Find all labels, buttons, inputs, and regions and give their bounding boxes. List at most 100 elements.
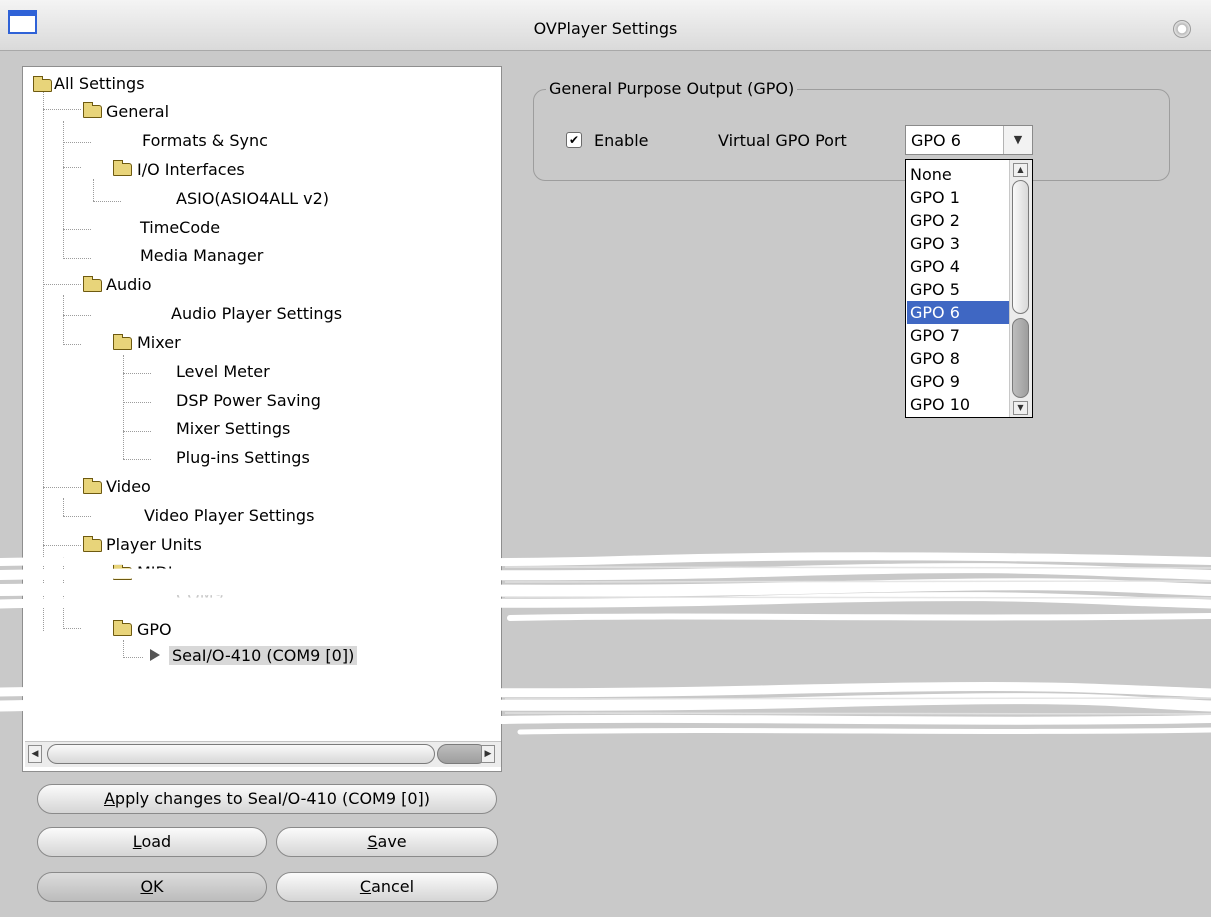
tree-connector [63, 142, 91, 143]
scroll-left-icon[interactable]: ◀ [28, 745, 42, 763]
option-gpo-7[interactable]: GPO 7 [907, 324, 1010, 347]
scroll-down-icon[interactable]: ▼ [1013, 401, 1028, 415]
apply-accelerator: A [103, 789, 115, 808]
gpo-group-title: General Purpose Output (GPO) [546, 79, 798, 98]
cancel-button[interactable]: Cancel [276, 872, 498, 902]
tree-connector [93, 179, 94, 201]
option-gpo-1[interactable]: GPO 1 [907, 186, 1010, 209]
save-accelerator: S [367, 832, 378, 851]
horizontal-scroll-track[interactable] [437, 744, 487, 764]
enable-checkbox[interactable]: ✔ [566, 132, 582, 148]
save-button[interactable]: Save [276, 827, 498, 857]
tree-item-dsp-power-saving[interactable]: DSP Power Saving [176, 389, 321, 413]
tree-connector [63, 258, 91, 259]
tree-item-general[interactable]: General [106, 100, 169, 124]
tree-connector [123, 459, 151, 460]
vertical-scroll-track[interactable] [1012, 318, 1029, 398]
tree-connector [123, 355, 124, 459]
option-none[interactable]: None [907, 163, 1010, 186]
apply-changes-button[interactable]: Apply changes to SeaI/O-410 (COM9 [0]) [37, 784, 497, 814]
tree-connector [63, 628, 81, 629]
virtual-gpo-port-label: Virtual GPO Port [718, 131, 847, 150]
tree-item-formats-sync[interactable]: Formats & Sync [142, 129, 268, 153]
tree-item-com9[interactable]: COM9 [176, 583, 224, 607]
arrow-right-icon [150, 649, 160, 661]
tree-item-audio[interactable]: Audio [106, 273, 151, 297]
ok-accelerator: O [140, 877, 154, 896]
tree-connector [123, 431, 151, 432]
folder-icon [113, 620, 132, 636]
tree-item-plugins-settings[interactable]: Plug-ins Settings [176, 446, 310, 470]
tree-item-timecode[interactable]: TimeCode [140, 216, 220, 240]
tree-connector [63, 167, 81, 168]
close-icon[interactable] [1173, 20, 1191, 38]
tree-item-mixer-settings[interactable]: Mixer Settings [176, 417, 290, 441]
tree-item-mixer[interactable]: Mixer [137, 331, 181, 355]
apply-label: pply changes to SeaI/O-410 (COM9 [0]) [114, 789, 431, 808]
tree-item-video-player-settings[interactable]: Video Player Settings [144, 504, 314, 528]
option-gpo-3[interactable]: GPO 3 [907, 232, 1010, 255]
load-label: oad [141, 832, 172, 851]
scroll-up-icon[interactable]: ▲ [1013, 163, 1028, 177]
tree-connector [123, 402, 151, 403]
tree-connector [43, 284, 81, 285]
tree-connector [63, 516, 91, 517]
ok-label: K [153, 877, 164, 896]
folder-icon [33, 76, 52, 92]
tree-connector [43, 545, 81, 546]
horizontal-scroll-thumb[interactable] [47, 744, 435, 764]
load-button[interactable]: Load [37, 827, 267, 857]
cancel-accelerator: C [359, 877, 372, 896]
tree-connector [43, 109, 81, 110]
title-bar: OVPlayer Settings [0, 0, 1211, 51]
window-title: OVPlayer Settings [533, 19, 678, 38]
cancel-label: ancel [371, 877, 415, 896]
tree-item-gpo[interactable]: GPO [137, 618, 172, 642]
save-label: ave [377, 832, 407, 851]
tree-connector [63, 295, 64, 345]
folder-icon [113, 564, 132, 580]
folder-icon [83, 478, 102, 494]
tree-item-player-units[interactable]: Player Units [106, 533, 202, 557]
vertical-scroll-thumb[interactable] [1012, 180, 1029, 314]
settings-tree: All Settings General Formats & Sync I/O … [22, 66, 502, 772]
tree-item-level-meter[interactable]: Level Meter [176, 360, 270, 384]
selected-port-value: GPO 6 [911, 131, 961, 150]
tree-item-io-interfaces[interactable]: I/O Interfaces [137, 158, 245, 182]
folder-icon [113, 334, 132, 350]
tree-item-midi[interactable]: MIDI [137, 561, 173, 585]
tree-item-asio[interactable]: ASIO(ASIO4ALL v2) [176, 187, 329, 211]
ok-button[interactable]: OK [37, 872, 267, 902]
option-gpo-2[interactable]: GPO 2 [907, 209, 1010, 232]
tree-connector [43, 487, 81, 488]
tree-connector [123, 640, 124, 658]
option-gpo-10[interactable]: GPO 10 [907, 393, 1010, 416]
tree-item-audio-player-settings[interactable]: Audio Player Settings [171, 302, 342, 326]
enable-label[interactable]: Enable [594, 131, 649, 150]
tree-item-video[interactable]: Video [106, 475, 151, 499]
tree-connector [63, 498, 64, 516]
option-gpo-5[interactable]: GPO 5 [907, 278, 1010, 301]
dropdown-vertical-scrollbar[interactable]: ▲ ▼ [1009, 160, 1032, 417]
tree-item-all-settings[interactable]: All Settings [54, 72, 145, 96]
option-gpo-8[interactable]: GPO 8 [907, 347, 1010, 370]
virtual-gpo-port-select[interactable]: GPO 6 ▼ [905, 125, 1033, 155]
tree-connector [43, 91, 44, 631]
tree-connector [63, 315, 91, 316]
folder-icon [83, 536, 102, 552]
option-gpo-4[interactable]: GPO 4 [907, 255, 1010, 278]
tree-item-media-manager[interactable]: Media Manager [140, 244, 263, 268]
folder-icon [83, 102, 102, 118]
tree-connector [93, 201, 121, 202]
option-gpo-6[interactable]: GPO 6 [907, 301, 1010, 324]
tree-horizontal-scrollbar[interactable]: ◀ ▶ [25, 741, 501, 767]
tree-item-seaio-410[interactable]: SeaI/O-410 (COM9 [0]) [169, 644, 358, 668]
chevron-down-icon[interactable]: ▼ [1003, 126, 1032, 154]
gpo-port-dropdown-list: None GPO 1 GPO 2 GPO 3 GPO 4 GPO 5 GPO 6… [905, 159, 1033, 418]
scroll-right-icon[interactable]: ▶ [481, 745, 495, 763]
tree-connector [123, 657, 143, 658]
tree-connector [63, 574, 81, 575]
option-gpo-9[interactable]: GPO 9 [907, 370, 1010, 393]
tree-connector [123, 373, 151, 374]
folder-icon [113, 160, 132, 176]
